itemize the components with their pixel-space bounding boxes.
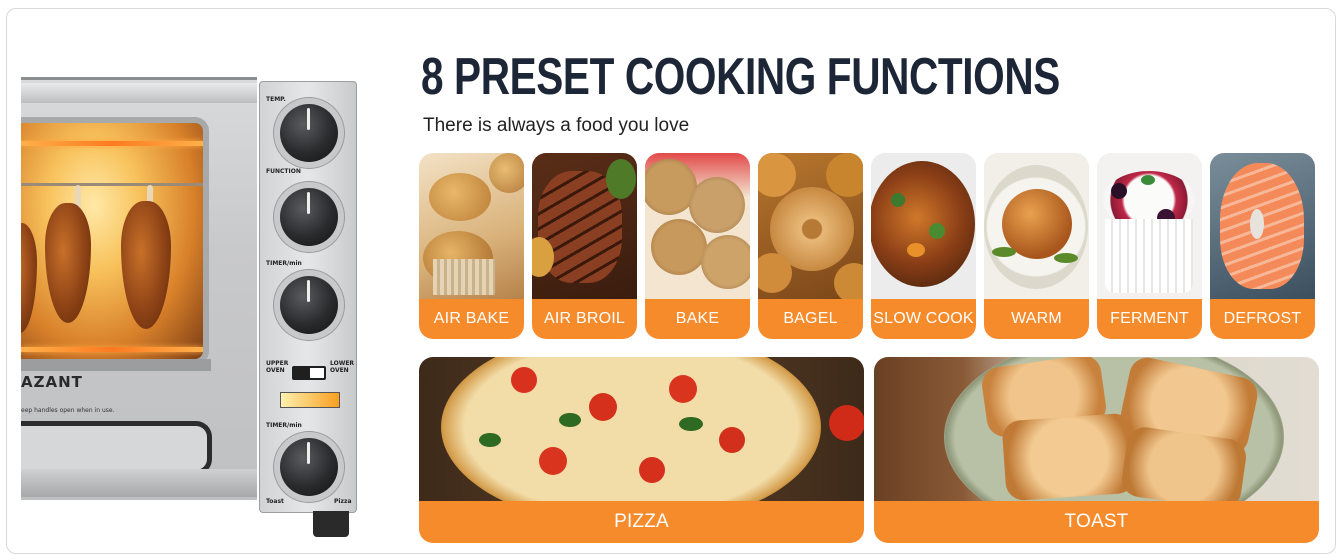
function-card-bake: BAKE: [645, 153, 750, 339]
heating-element: [21, 141, 203, 146]
function-label: SLOW COOK: [871, 299, 976, 339]
drumstick: [121, 201, 171, 329]
featured-card-toast: TOAST: [874, 357, 1319, 543]
salmon-photo-icon: [1210, 153, 1315, 301]
function-label: AIR BROIL: [532, 299, 637, 339]
function-card-warm: WARM: [984, 153, 1089, 339]
page-title: 8 PRESET COOKING FUNCTIONS: [421, 48, 1060, 106]
roast-chicken-photo-icon: [984, 153, 1089, 301]
heating-element: [21, 347, 203, 352]
function-card-slow-cook: SLOW COOK: [871, 153, 976, 339]
indicator-lamp: [280, 392, 340, 408]
oven-top-edge: [21, 83, 257, 103]
function-label: FERMENT: [1097, 299, 1202, 339]
function-label: WARM: [984, 299, 1089, 339]
timer-knob: [280, 276, 338, 334]
oven-selector-switch: [292, 366, 326, 380]
function-knob: [280, 188, 338, 246]
pizza-label: Pizza: [334, 498, 352, 505]
toast-photo-icon: [874, 357, 1319, 503]
function-label: DEFROST: [1210, 299, 1315, 339]
crumb-tray: [21, 359, 211, 371]
timer-label: TIMER/min: [266, 260, 302, 267]
pizza-photo-icon: [419, 357, 864, 503]
toast-label: Toast: [266, 498, 284, 505]
function-label: FUNCTION: [266, 168, 301, 175]
function-card-defrost: DEFROST: [1210, 153, 1315, 339]
temp-label: TEMP.: [266, 96, 286, 103]
page-subtitle: There is always a food you love: [423, 115, 690, 136]
upper-oven-label: UPPER OVEN: [266, 360, 289, 374]
cookie-photo-icon: [645, 153, 750, 301]
drumstick: [21, 223, 37, 333]
featured-label: TOAST: [874, 501, 1319, 543]
product-banner: AZANT eep handles open when in use. TEMP…: [6, 8, 1336, 554]
function-label: BAGEL: [758, 299, 863, 339]
control-panel: TEMP. FUNCTION TIMER/min UPPER OVEN LOWE…: [259, 81, 357, 513]
timer2-label: TIMER/min: [266, 422, 302, 429]
stew-photo-icon: [871, 153, 976, 301]
warning-text: eep handles open when in use.: [21, 407, 115, 414]
function-label: BAKE: [645, 299, 750, 339]
oven-foot: [313, 511, 349, 537]
brand-logo: AZANT: [21, 373, 83, 391]
yogurt-photo-icon: [1097, 153, 1202, 301]
lower-oven-label: LOWER OVEN: [330, 360, 355, 374]
featured-card-pizza: PIZZA: [419, 357, 864, 543]
function-card-ferment: FERMENT: [1097, 153, 1202, 339]
function-card-air-broil: AIR BROIL: [532, 153, 637, 339]
oven-window: [21, 117, 209, 365]
function-label: AIR BAKE: [419, 299, 524, 339]
oven-bottom: [21, 469, 257, 497]
drumstick: [45, 203, 91, 323]
muffin-photo-icon: [419, 153, 524, 301]
lower-timer-knob: [280, 438, 338, 496]
oven-rack: [21, 183, 203, 186]
function-card-bagel: BAGEL: [758, 153, 863, 339]
featured-label: PIZZA: [419, 501, 864, 543]
steak-photo-icon: [532, 153, 637, 301]
bagel-photo-icon: [758, 153, 863, 301]
door-handle: [21, 421, 212, 475]
toaster-oven-image: AZANT eep handles open when in use. TEMP…: [21, 77, 359, 547]
function-card-air-bake: AIR BAKE: [419, 153, 524, 339]
temperature-knob: [280, 104, 338, 162]
